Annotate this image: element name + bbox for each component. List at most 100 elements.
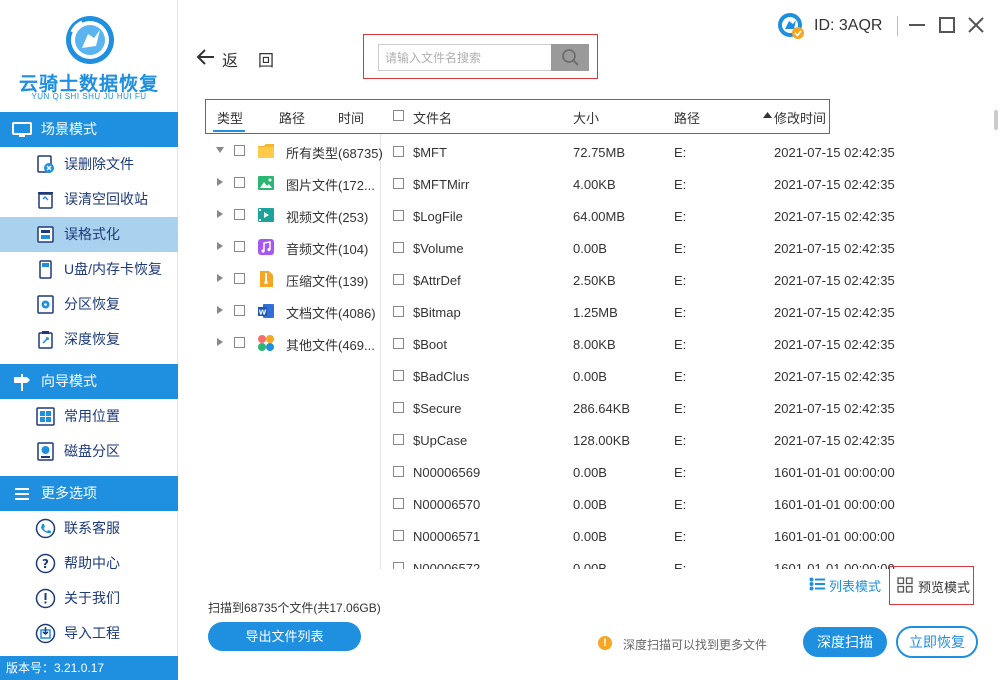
tree-item-label: 其他文件(469...: [286, 338, 375, 353]
tree-item-images[interactable]: 图片文件(172...: [200, 167, 380, 199]
column-header-modified[interactable]: 修改时间: [774, 108, 826, 127]
table-row[interactable]: $Volume 0.00B E: 2021-07-15 02:42:35: [381, 231, 991, 263]
window-controls: ID: 3AQR: [770, 0, 1000, 52]
sidebar-item-recycle-bin[interactable]: 误清空回收站: [0, 182, 178, 217]
row-checkbox[interactable]: [393, 466, 404, 477]
table-row[interactable]: $LogFile 64.00MB E: 2021-07-15 02:42:35: [381, 199, 991, 231]
active-tab-indicator: [213, 130, 245, 132]
table-row[interactable]: $MFTMirr 4.00KB E: 2021-07-15 02:42:35: [381, 167, 991, 199]
recover-now-button[interactable]: 立即恢复: [896, 626, 978, 658]
sidebar-item-import-project[interactable]: 导入工程: [0, 616, 178, 651]
column-header-path[interactable]: 路径: [674, 108, 700, 127]
table-row[interactable]: $BadClus 0.00B E: 2021-07-15 02:42:35: [381, 359, 991, 391]
table-row[interactable]: $Boot 8.00KB E: 2021-07-15 02:42:35: [381, 327, 991, 359]
sidebar-item-about-us[interactable]: 关于我们: [0, 581, 178, 616]
row-checkbox[interactable]: [393, 274, 404, 285]
row-checkbox[interactable]: [393, 306, 404, 317]
file-size: 0.00B: [573, 497, 607, 512]
sidebar-item-usb-recovery[interactable]: U盘/内存卡恢复: [0, 252, 178, 287]
sidebar-item-contact-support[interactable]: 联系客服: [0, 511, 178, 546]
sidebar-item-partition-recovery[interactable]: 分区恢复: [0, 287, 178, 322]
row-checkbox[interactable]: [393, 498, 404, 509]
tree-checkbox[interactable]: [234, 241, 245, 252]
tree-item-all-types[interactable]: 所有类型(68735): [200, 135, 383, 167]
select-all-checkbox[interactable]: [393, 110, 404, 121]
caret-down-icon[interactable]: [216, 146, 224, 154]
table-row[interactable]: $UpCase 128.00KB E: 2021-07-15 02:42:35: [381, 423, 991, 455]
tree-checkbox[interactable]: [234, 305, 245, 316]
row-checkbox[interactable]: [393, 242, 404, 253]
tree-checkbox[interactable]: [234, 145, 245, 156]
caret-right-icon[interactable]: [216, 178, 224, 186]
minimize-icon[interactable]: [906, 14, 928, 36]
file-name: $BadClus: [413, 369, 470, 384]
maximize-icon[interactable]: [936, 14, 958, 36]
sidebar-item-deep-recovery[interactable]: 深度恢复: [0, 322, 178, 357]
row-checkbox[interactable]: [393, 434, 404, 445]
row-checkbox[interactable]: [393, 146, 404, 157]
sidebar-item-help-center[interactable]: ? 帮助中心: [0, 546, 178, 581]
table-row[interactable]: N00006571 0.00B E: 1601-01-01 00:00:00: [381, 519, 991, 551]
sidebar-item-disk-partition[interactable]: 磁盘分区: [0, 434, 178, 469]
column-header-size[interactable]: 大小: [573, 108, 599, 127]
app-window: 云骑士数据恢复 YUN QI SHI SHU JU HUI FU 场景模式 误删…: [0, 0, 1000, 680]
row-checkbox[interactable]: [393, 338, 404, 349]
table-row[interactable]: N00006569 0.00B E: 1601-01-01 00:00:00: [381, 455, 991, 487]
tree-checkbox[interactable]: [234, 337, 245, 348]
close-icon[interactable]: [965, 14, 987, 36]
table-row[interactable]: $Secure 286.64KB E: 2021-07-15 02:42:35: [381, 391, 991, 423]
table-row[interactable]: N00006570 0.00B E: 1601-01-01 00:00:00: [381, 487, 991, 519]
row-checkbox[interactable]: [393, 402, 404, 413]
caret-right-icon[interactable]: [216, 338, 224, 346]
user-badge-icon: [778, 13, 804, 39]
file-modified: 2021-07-15 02:42:35: [774, 273, 895, 288]
row-checkbox[interactable]: [393, 562, 404, 569]
tree-checkbox[interactable]: [234, 273, 245, 284]
tab-path[interactable]: 路径: [279, 108, 305, 127]
sidebar-item-deleted-files[interactable]: 误删除文件: [0, 147, 178, 182]
sidebar-item-common-locations[interactable]: 常用位置: [0, 399, 178, 434]
file-modified: 2021-07-15 02:42:35: [774, 401, 895, 416]
deep-scan-button[interactable]: 深度扫描: [803, 627, 887, 657]
hint-text: 深度扫描可以找到更多文件: [623, 638, 768, 652]
tree-item-other[interactable]: 其他文件(469...: [200, 327, 380, 359]
scrollbar-thumb[interactable]: [994, 110, 998, 130]
app-logo: 云骑士数据恢复 YUN QI SHI SHU JU HUI FU: [0, 0, 178, 112]
tab-time[interactable]: 时间: [338, 108, 364, 127]
sidebar-item-label: 关于我们: [64, 590, 120, 606]
table-row[interactable]: $AttrDef 2.50KB E: 2021-07-15 02:42:35: [381, 263, 991, 295]
search-button[interactable]: [551, 44, 589, 71]
caret-right-icon[interactable]: [216, 242, 224, 250]
file-name: N00006572: [413, 561, 481, 569]
file-modified: 2021-07-15 02:42:35: [774, 177, 895, 192]
file-name: $Bitmap: [413, 305, 461, 320]
search-input[interactable]: [378, 44, 552, 71]
file-size: 0.00B: [573, 465, 607, 480]
list-mode-label: 列表模式: [829, 579, 882, 594]
tree-checkbox[interactable]: [234, 177, 245, 188]
caret-right-icon[interactable]: [216, 274, 224, 282]
caret-right-icon[interactable]: [216, 306, 224, 314]
column-header-name[interactable]: 文件名: [413, 108, 452, 127]
row-checkbox[interactable]: [393, 210, 404, 221]
row-checkbox[interactable]: [393, 530, 404, 541]
tab-type[interactable]: 类型: [217, 108, 243, 127]
file-path: E:: [674, 305, 687, 320]
windows-icon: [36, 407, 55, 426]
tree-item-documents[interactable]: W 文档文件(4086): [200, 295, 380, 327]
sidebar-item-formatted[interactable]: 误格式化: [0, 217, 178, 252]
row-checkbox[interactable]: [393, 370, 404, 381]
table-row[interactable]: $MFT 72.75MB E: 2021-07-15 02:42:35: [381, 135, 991, 167]
tree-item-videos[interactable]: 视频文件(253): [200, 199, 380, 231]
caret-right-icon[interactable]: [216, 210, 224, 218]
folder-icon: [258, 144, 274, 158]
row-checkbox[interactable]: [393, 178, 404, 189]
recycle-bin-icon: [38, 192, 53, 209]
tree-item-archives[interactable]: 压缩文件(139): [200, 263, 380, 295]
tree-item-audio[interactable]: 音频文件(104): [200, 231, 380, 263]
svg-text:?: ?: [42, 557, 49, 571]
file-size: 8.00KB: [573, 337, 616, 352]
table-row[interactable]: $Bitmap 1.25MB E: 2021-07-15 02:42:35: [381, 295, 991, 327]
export-file-list-button[interactable]: 导出文件列表: [208, 622, 361, 651]
tree-checkbox[interactable]: [234, 209, 245, 220]
